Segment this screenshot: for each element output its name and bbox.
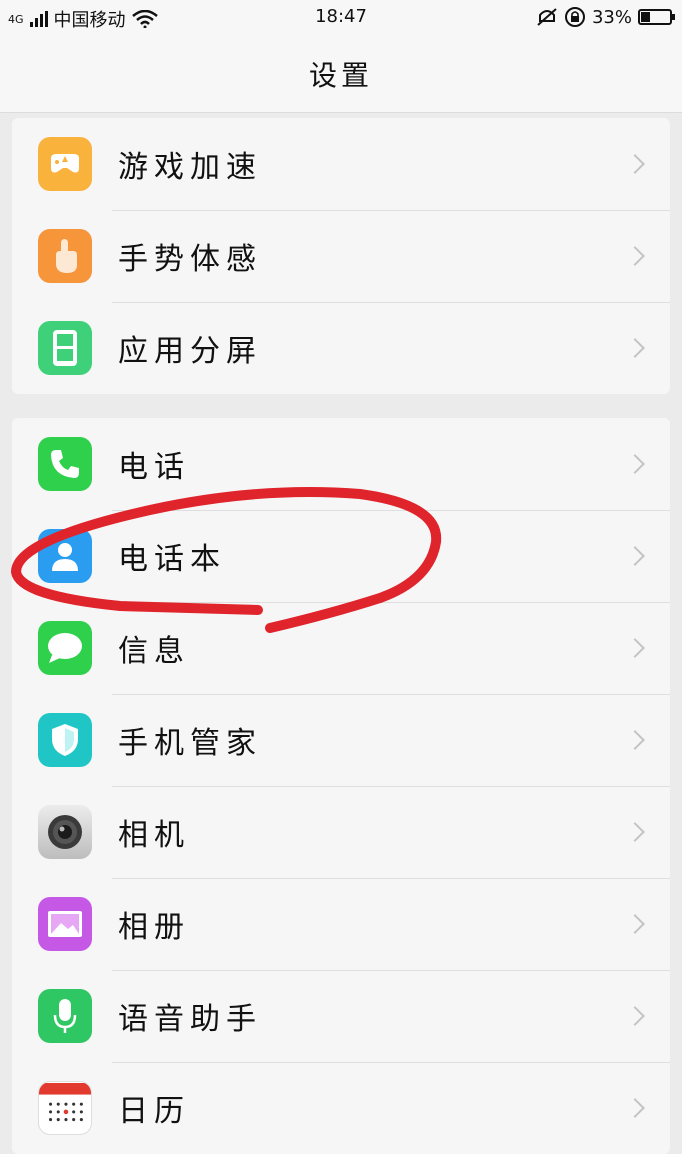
split-screen-icon — [38, 321, 92, 375]
nav-bar: 设置 — [0, 36, 682, 113]
chevron-right-icon — [625, 730, 645, 750]
settings-group-2: 电话 电话本 信息 手机管家 相机 相册 语音助手 日历 — [12, 418, 670, 1154]
settings-item-label: 手机管家 — [118, 726, 262, 761]
settings-item-game-accel[interactable]: 游戏加速 — [12, 118, 670, 210]
chevron-right-icon — [625, 546, 645, 566]
chevron-right-icon — [625, 914, 645, 934]
chevron-right-icon — [625, 246, 645, 266]
mute-icon — [537, 8, 557, 26]
settings-item-label: 电话本 — [118, 542, 226, 577]
settings-item-messages[interactable]: 信息 — [12, 602, 670, 694]
settings-group-1: 游戏加速 手势体感 应用分屏 — [12, 118, 670, 394]
hand-gesture-icon — [38, 229, 92, 283]
microphone-icon — [38, 989, 92, 1043]
settings-item-label: 手势体感 — [118, 242, 262, 277]
settings-item-camera[interactable]: 相机 — [12, 786, 670, 878]
shield-icon — [38, 713, 92, 767]
settings-item-split-screen[interactable]: 应用分屏 — [12, 302, 670, 394]
message-icon — [38, 621, 92, 675]
settings-item-label: 应用分屏 — [118, 334, 262, 369]
chevron-right-icon — [625, 822, 645, 842]
camera-icon — [38, 805, 92, 859]
page-title: 设置 — [308, 59, 373, 92]
settings-item-phone[interactable]: 电话 — [12, 418, 670, 510]
battery-percent: 33% — [591, 6, 632, 28]
status-bar: 4G 中国移动 18:47 33% — [0, 0, 682, 36]
chevron-right-icon — [625, 1098, 645, 1118]
gallery-icon — [38, 897, 92, 951]
battery-icon — [638, 9, 675, 25]
settings-item-label: 语音助手 — [118, 1002, 262, 1037]
settings-item-label: 相册 — [118, 910, 190, 945]
chevron-right-icon — [625, 1006, 645, 1026]
settings-item-phone-manager[interactable]: 手机管家 — [12, 694, 670, 786]
settings-item-label: 信息 — [118, 634, 190, 669]
settings-item-label: 游戏加速 — [118, 150, 262, 185]
chevron-right-icon — [625, 638, 645, 658]
rotation-lock-icon — [564, 7, 585, 27]
battery-fill — [641, 12, 650, 22]
settings-item-label: 日历 — [118, 1094, 190, 1129]
settings-item-voice-assistant[interactable]: 语音助手 — [12, 970, 670, 1062]
chevron-right-icon — [625, 454, 645, 474]
chevron-right-icon — [625, 154, 645, 174]
settings-item-gesture[interactable]: 手势体感 — [12, 210, 670, 302]
settings-item-gallery[interactable]: 相册 — [12, 878, 670, 970]
settings-item-calendar[interactable]: 日历 — [12, 1062, 670, 1154]
chevron-right-icon — [625, 338, 645, 358]
settings-item-label: 电话 — [118, 450, 190, 485]
phone-icon — [38, 437, 92, 491]
game-rocket-icon — [38, 137, 92, 191]
contacts-icon — [38, 529, 92, 583]
settings-item-label: 相机 — [118, 818, 190, 853]
settings-item-contacts[interactable]: 电话本 — [12, 510, 670, 602]
